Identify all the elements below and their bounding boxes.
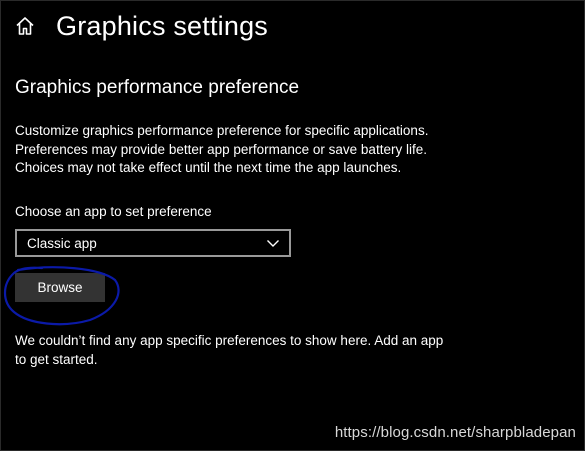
description-line: Choices may not take effect until the ne… bbox=[15, 160, 402, 175]
window-frame bbox=[0, 0, 585, 451]
watermark-text: https://blog.csdn.net/sharpbladepan bbox=[334, 424, 576, 441]
description-line: Customize graphics performance preferenc… bbox=[15, 123, 429, 138]
page-title: Graphics settings bbox=[56, 11, 268, 41]
home-icon[interactable] bbox=[14, 15, 36, 37]
empty-state-message: We couldn’t find any app specific prefer… bbox=[15, 332, 443, 369]
empty-state-line: to get started. bbox=[15, 351, 98, 367]
chevron-down-icon bbox=[266, 236, 280, 250]
section-title: Graphics performance preference bbox=[15, 77, 300, 98]
browse-button[interactable]: Browse bbox=[15, 273, 105, 302]
app-type-dropdown[interactable]: Classic app bbox=[15, 229, 291, 257]
empty-state-line: We couldn’t find any app specific prefer… bbox=[15, 333, 444, 348]
description-line: Preferences may provide better app perfo… bbox=[15, 141, 427, 157]
page-header: Graphics settings bbox=[14, 6, 268, 46]
app-type-selected-value: Classic app bbox=[27, 235, 97, 251]
section-description: Customize graphics performance preferenc… bbox=[15, 122, 535, 178]
app-picker-label: Choose an app to set preference bbox=[15, 204, 212, 219]
